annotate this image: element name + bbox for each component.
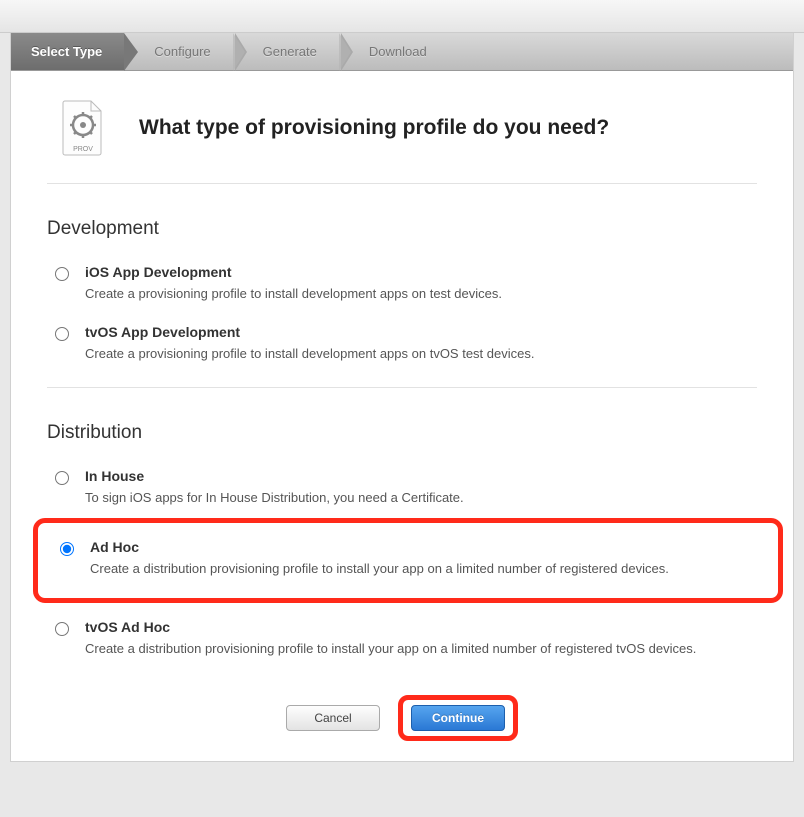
option-body: In House To sign iOS apps for In House D…	[85, 468, 757, 508]
option-description: Create a distribution provisioning profi…	[90, 559, 764, 579]
breadcrumb-step-generate[interactable]: Generate	[233, 33, 339, 70]
breadcrumb-step-download[interactable]: Download	[339, 33, 449, 70]
radio-ad-hoc[interactable]	[60, 542, 74, 556]
breadcrumb: Select Type Configure Generate Download	[11, 33, 793, 71]
option-title: tvOS App Development	[85, 324, 757, 340]
option-description: Create a provisioning profile to install…	[85, 344, 757, 364]
footer-actions: Cancel Continue	[11, 669, 793, 761]
option-in-house[interactable]: In House To sign iOS apps for In House D…	[11, 458, 793, 518]
section-heading-development: Development	[11, 184, 793, 254]
window-toolbar	[0, 0, 804, 33]
annotation-highlight-continue: Continue	[398, 695, 518, 741]
breadcrumb-step-configure[interactable]: Configure	[124, 33, 232, 70]
svg-text:PROV: PROV	[73, 146, 93, 153]
option-body: tvOS Ad Hoc Create a distribution provis…	[85, 619, 757, 659]
option-body: Ad Hoc Create a distribution provisionin…	[90, 539, 764, 579]
option-ios-app-development[interactable]: iOS App Development Create a provisionin…	[11, 254, 793, 314]
option-tvos-ad-hoc[interactable]: tvOS Ad Hoc Create a distribution provis…	[11, 609, 793, 669]
section-heading-distribution: Distribution	[11, 388, 793, 458]
provisioning-profile-icon: PROV	[61, 99, 105, 157]
radio-tvos-app-development[interactable]	[55, 327, 69, 341]
breadcrumb-step-select-type[interactable]: Select Type	[11, 33, 124, 70]
option-description: Create a distribution provisioning profi…	[85, 639, 757, 659]
radio-ios-app-development[interactable]	[55, 267, 69, 281]
page-header: PROV What type of provisioning profile d…	[11, 71, 793, 183]
option-body: iOS App Development Create a provisionin…	[85, 264, 757, 304]
option-title: tvOS Ad Hoc	[85, 619, 757, 635]
annotation-highlight-adhoc: Ad Hoc Create a distribution provisionin…	[33, 518, 783, 604]
option-title: iOS App Development	[85, 264, 757, 280]
option-description: Create a provisioning profile to install…	[85, 284, 757, 304]
radio-tvos-ad-hoc[interactable]	[55, 622, 69, 636]
option-tvos-app-development[interactable]: tvOS App Development Create a provisioni…	[11, 314, 793, 374]
option-body: tvOS App Development Create a provisioni…	[85, 324, 757, 364]
option-title: Ad Hoc	[90, 539, 764, 555]
option-title: In House	[85, 468, 757, 484]
radio-in-house[interactable]	[55, 471, 69, 485]
option-description: To sign iOS apps for In House Distributi…	[85, 488, 757, 508]
main-panel: Select Type Configure Generate Download …	[10, 33, 794, 762]
continue-button[interactable]: Continue	[411, 705, 505, 731]
cancel-button[interactable]: Cancel	[286, 705, 380, 731]
page-title: What type of provisioning profile do you…	[139, 116, 609, 140]
option-ad-hoc[interactable]: Ad Hoc Create a distribution provisionin…	[44, 529, 764, 589]
